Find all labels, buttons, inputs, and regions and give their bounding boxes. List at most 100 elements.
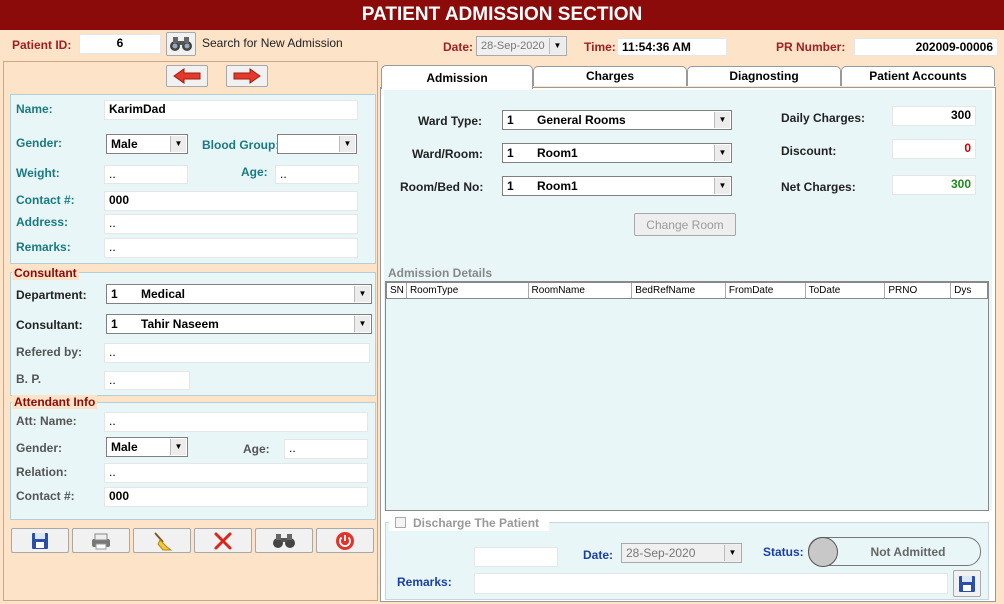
address-field[interactable]: .. <box>104 214 358 234</box>
discharge-remarks-field[interactable] <box>474 573 948 594</box>
address-label: Address: <box>16 215 69 229</box>
attendant-name-label: Att: Name: <box>16 414 77 428</box>
gender-label: Gender: <box>16 136 63 150</box>
column-header: PRNO <box>885 283 952 298</box>
chevron-down-icon: ▼ <box>339 136 355 152</box>
remarks-label: Remarks: <box>16 240 71 254</box>
discharge-save-button[interactable] <box>953 570 981 597</box>
discharge-date-label: Date: <box>583 548 614 562</box>
chevron-down-icon: ▼ <box>170 136 186 152</box>
refered-by-label: Refered by: <box>16 345 83 359</box>
column-header: SN <box>387 283 407 298</box>
next-record-button[interactable] <box>226 65 268 87</box>
name-label: Name: <box>16 102 53 116</box>
delete-button[interactable] <box>194 528 252 553</box>
grid-header: SN RoomType RoomName BedRefName FromDate… <box>386 282 988 299</box>
close-icon <box>214 532 232 549</box>
binoculars-icon <box>273 533 295 548</box>
chevron-down-icon: ▼ <box>714 178 730 194</box>
date-picker[interactable]: 28-Sep-2020 ▼ <box>476 36 567 56</box>
chevron-down-icon: ▼ <box>170 439 186 455</box>
discount-label: Discount: <box>781 144 837 158</box>
status-value: Not Admitted <box>870 545 946 559</box>
age-field[interactable]: .. <box>275 165 359 184</box>
time-field: 11:54:36 AM <box>617 38 727 56</box>
arrow-right-icon <box>233 68 261 84</box>
net-charges-label: Net Charges: <box>781 180 856 194</box>
ward-type-label: Ward Type: <box>418 114 483 128</box>
attendant-contact-label: Contact #: <box>16 489 75 503</box>
patient-id-field[interactable]: 6 <box>79 34 161 54</box>
tab-patient-accounts[interactable]: Patient Accounts <box>841 66 995 86</box>
column-header: ToDate <box>806 283 886 298</box>
consultant-select[interactable]: 1 Tahir Naseem ▼ <box>106 314 372 334</box>
column-header: Dys <box>954 285 972 296</box>
previous-record-button[interactable] <box>166 65 208 87</box>
binoculars-icon <box>170 37 192 51</box>
ward-room-select[interactable]: 1 Room1 ▼ <box>502 143 732 163</box>
discharge-code-field[interactable] <box>474 547 558 567</box>
gender-select[interactable]: Male ▼ <box>106 134 188 154</box>
tab-admission[interactable]: Admission <box>381 65 533 89</box>
chevron-down-icon: ▼ <box>714 145 730 161</box>
contact-field[interactable]: 000 <box>104 191 358 211</box>
attendant-group-title: Attendant Info <box>12 395 98 409</box>
daily-charges-field: 300 <box>892 106 976 126</box>
tab-charges[interactable]: Charges <box>533 66 687 86</box>
daily-charges-label: Daily Charges: <box>781 111 866 125</box>
department-label: Department: <box>16 288 87 302</box>
chevron-down-icon: ▼ <box>724 545 740 561</box>
discharge-remarks-label: Remarks: <box>397 575 452 589</box>
pr-number-label: PR Number: <box>776 40 846 54</box>
bed-label: Room/Bed No: <box>400 180 484 194</box>
print-button[interactable] <box>72 528 130 553</box>
ward-type-select[interactable]: 1 General Rooms ▼ <box>502 110 732 130</box>
relation-label: Relation: <box>16 465 68 479</box>
tab-diagnosting[interactable]: Diagnosting <box>687 66 841 86</box>
change-room-button[interactable]: Change Room <box>634 213 736 236</box>
admission-details-label: Admission Details <box>388 266 493 280</box>
attendant-name-field[interactable]: .. <box>104 412 368 432</box>
broom-icon <box>154 531 173 550</box>
name-field[interactable]: KarimDad <box>104 100 358 120</box>
clear-button[interactable] <box>133 528 191 553</box>
save-button[interactable] <box>11 528 69 553</box>
exit-button[interactable] <box>316 528 374 553</box>
attendant-gender-label: Gender: <box>16 441 63 455</box>
bp-label: B. P. <box>16 372 42 386</box>
department-select[interactable]: 1 Medical ▼ <box>106 284 372 304</box>
bed-select[interactable]: 1 Room1 ▼ <box>502 176 732 196</box>
attendant-contact-field[interactable]: 000 <box>104 487 368 507</box>
time-label: Time: <box>584 40 616 54</box>
age-label: Age: <box>241 165 268 179</box>
weight-field[interactable]: .. <box>104 165 188 184</box>
search-admission-button[interactable] <box>166 32 196 56</box>
net-charges-field: 300 <box>892 175 976 195</box>
refered-by-field[interactable]: .. <box>104 343 370 363</box>
weight-label: Weight: <box>16 166 60 180</box>
blood-group-label: Blood Group: <box>202 138 280 152</box>
power-icon <box>336 531 354 550</box>
attendant-gender-select[interactable]: Male ▼ <box>106 437 188 457</box>
search-button[interactable] <box>255 528 313 553</box>
admission-details-grid[interactable] <box>385 281 989 511</box>
discharge-checkbox[interactable] <box>395 517 406 528</box>
column-header: RoomType <box>407 283 529 298</box>
page-title: PATIENT ADMISSION SECTION <box>0 0 1004 30</box>
blood-group-select[interactable]: ▼ <box>277 134 357 154</box>
attendant-age-field[interactable]: .. <box>284 439 368 459</box>
chevron-down-icon: ▼ <box>354 316 370 332</box>
printer-icon <box>92 533 110 549</box>
arrow-left-icon <box>173 68 201 84</box>
chevron-down-icon: ▼ <box>714 112 730 128</box>
chevron-down-icon: ▼ <box>549 38 565 54</box>
discharge-date-picker[interactable]: 28-Sep-2020 ▼ <box>621 543 742 563</box>
remarks-field[interactable]: .. <box>104 238 358 258</box>
discharge-checkbox-label: Discharge The Patient <box>413 516 540 530</box>
pr-number-field: 202009-00006 <box>854 38 998 56</box>
consultant-group-title: Consultant <box>12 266 79 280</box>
relation-field[interactable]: .. <box>104 463 368 483</box>
contact-label: Contact #: <box>16 193 75 207</box>
status-label: Status: <box>763 545 804 559</box>
bp-field[interactable]: .. <box>104 371 190 390</box>
